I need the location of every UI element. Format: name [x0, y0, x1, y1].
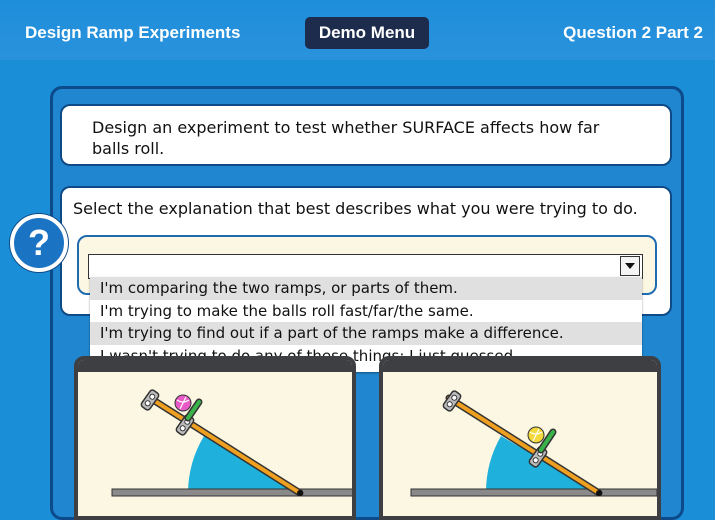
prompt-text-line1: Design an experiment to test whether SUR… — [92, 118, 600, 137]
ground-track — [410, 488, 657, 497]
ramp-pivot — [596, 490, 602, 496]
header-bar: Design Ramp Experiments Demo Menu Questi… — [0, 0, 715, 60]
prompt-box: Design an experiment to test whether SUR… — [60, 104, 672, 166]
ramp-handle-top-icon[interactable] — [442, 390, 462, 412]
ramp-diagram-left — [111, 389, 352, 497]
question-text: Select the explanation that best describ… — [73, 199, 638, 218]
dropdown-option[interactable]: I'm trying to make the balls roll fast/f… — [90, 300, 642, 323]
app-window: Design Ramp Experiments Demo Menu Questi… — [0, 0, 715, 520]
dropdown-option[interactable]: I'm trying to find out if a part of the … — [90, 322, 642, 345]
question-label: Question 2 Part 2 — [563, 23, 703, 42]
app-title: Design Ramp Experiments — [25, 23, 241, 42]
help-icon[interactable]: ? — [10, 214, 68, 272]
ramp-panel-right — [379, 356, 661, 520]
dropdown-option[interactable]: I'm comparing the two ramps, or parts of… — [90, 277, 642, 300]
ground-track — [111, 488, 352, 497]
explanation-select[interactable] — [88, 254, 643, 279]
ramp-handle-top-icon[interactable] — [140, 389, 160, 411]
dropdown-arrow-icon[interactable] — [620, 256, 640, 276]
ramp-pivot — [297, 490, 303, 496]
demo-menu-button[interactable]: Demo Menu — [305, 17, 429, 49]
ramp-diagram-right — [410, 390, 657, 497]
ramp-panel-left — [74, 356, 356, 520]
prompt-text-line2: balls roll. — [92, 139, 165, 158]
